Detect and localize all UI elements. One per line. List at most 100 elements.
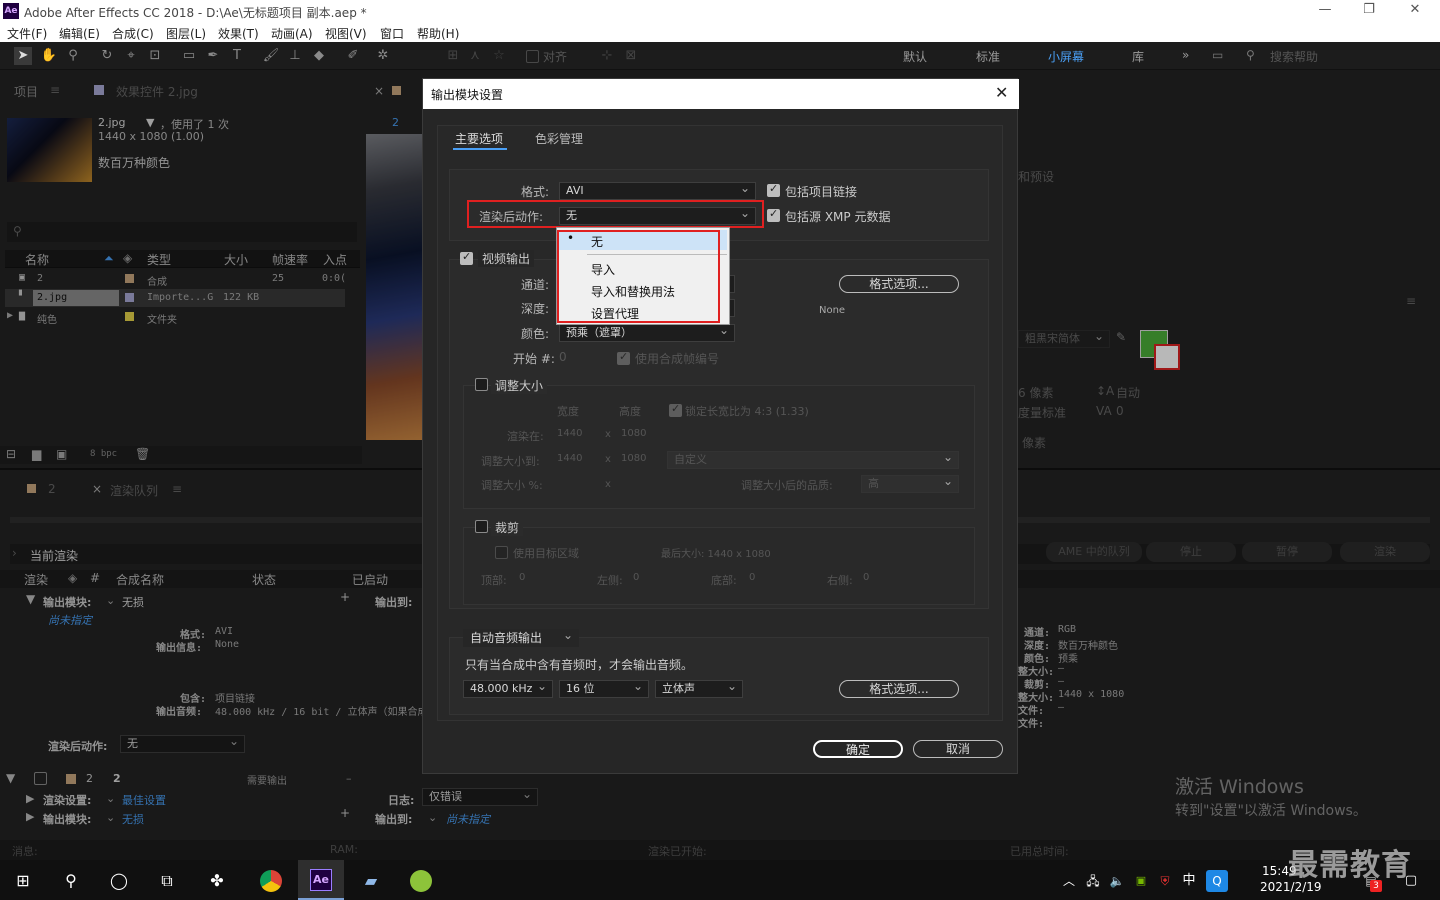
menu-help[interactable]: 帮助(H) <box>417 25 459 42</box>
view-axis-icon[interactable]: ☆ <box>490 47 508 65</box>
menu-animation[interactable]: 动画(A) <box>271 25 313 42</box>
snap-icon[interactable]: ⊹ <box>598 47 616 65</box>
use-comp-frame-checkbox[interactable] <box>617 350 630 365</box>
eraser-tool-icon[interactable]: ◆ <box>310 47 328 65</box>
resize-preset-dropdown[interactable]: 自定义 <box>667 449 959 469</box>
crop-left-label: 左侧: <box>597 574 623 587</box>
menu-layer[interactable]: 图层(L) <box>166 25 206 42</box>
selection-tool-icon[interactable]: ➤ <box>14 47 32 65</box>
tab-color-management[interactable]: 色彩管理 <box>535 130 583 147</box>
lock-ratio-checkbox[interactable] <box>669 402 682 417</box>
format-options-button[interactable]: 格式选项... <box>839 275 959 293</box>
rotate-tool-icon[interactable]: ↻ <box>98 47 116 65</box>
resize-to-width[interactable]: 1440 <box>557 453 582 464</box>
menu-file[interactable]: 文件(F) <box>7 25 47 42</box>
notepad-icon[interactable]: ▰ <box>360 870 382 892</box>
include-project-link-checkbox[interactable] <box>767 182 780 197</box>
ae-icon: Ae <box>310 869 332 891</box>
resize-label: 调整大小 <box>491 377 548 394</box>
education-logo: 最需教育 <box>1288 848 1412 883</box>
color-dropdown[interactable]: 预乘（遮罩） <box>559 322 735 342</box>
security-shield-icon[interactable]: ⛨ <box>1154 870 1176 892</box>
brush-tool-icon[interactable]: 🖌 <box>262 47 280 65</box>
crop-bottom-label: 底部: <box>711 574 737 587</box>
ime-indicator[interactable]: 中 <box>1178 870 1200 892</box>
include-xmp-label: 包括源 XMP 元数据 <box>785 210 891 224</box>
resize-checkbox[interactable] <box>475 378 488 391</box>
pan-behind-tool-icon[interactable]: ⊡ <box>146 47 164 65</box>
minimize-icon[interactable]: — <box>1310 2 1340 20</box>
use-roi-label: 使用目标区域 <box>513 547 579 560</box>
audio-output-mode-dropdown[interactable]: 自动音频输出 <box>463 627 579 647</box>
close-icon[interactable]: ✕ <box>1400 2 1430 20</box>
world-axis-icon[interactable]: ⋏ <box>466 47 484 65</box>
crop-right-value[interactable]: 0 <box>863 572 869 583</box>
audio-format-options-button[interactable]: 格式选项... <box>839 680 959 698</box>
volume-icon[interactable]: 🔈 <box>1106 870 1128 892</box>
ok-button[interactable]: 确定 <box>813 740 903 758</box>
format-dropdown[interactable]: AVI <box>559 180 756 200</box>
camera-tool-icon[interactable]: ⌖ <box>122 47 140 65</box>
output-module-settings-dialog: 输出模块设置 ✕ 主要选项 色彩管理 格式: AVI 包括项目链接 渲染后动作:… <box>422 78 1019 774</box>
cortana-icon[interactable]: ◯ <box>108 870 130 892</box>
workspace-library[interactable]: 库 <box>1132 48 1144 65</box>
workspace-standard[interactable]: 标准 <box>976 48 1000 65</box>
render-at-label: 渲染在: <box>507 430 544 443</box>
use-roi-checkbox[interactable] <box>495 546 508 559</box>
crop-checkbox[interactable] <box>475 520 488 533</box>
menu-effect[interactable]: 效果(T) <box>218 25 259 42</box>
align-checkbox[interactable] <box>526 50 539 63</box>
chrome-icon[interactable] <box>260 870 282 892</box>
pinwheel-app-icon[interactable]: ✤ <box>206 870 228 892</box>
rectangle-tool-icon[interactable]: ▭ <box>180 47 198 65</box>
crop-left-value[interactable]: 0 <box>633 572 639 583</box>
video-output-label: 视频输出 <box>478 250 535 267</box>
search-help-input[interactable]: 搜索帮助 <box>1270 48 1318 65</box>
video-output-checkbox[interactable] <box>460 250 473 265</box>
crop-bottom-value[interactable]: 0 <box>749 572 755 583</box>
resize-quality-dropdown[interactable]: 高 <box>861 473 959 493</box>
zoom-tool-icon[interactable]: ⚲ <box>64 47 82 65</box>
clone-stamp-tool-icon[interactable]: ⊥ <box>286 47 304 65</box>
close-icon[interactable]: ✕ <box>995 83 1008 102</box>
resize-to-height[interactable]: 1080 <box>621 453 646 464</box>
local-axis-icon[interactable]: ⊞ <box>444 47 462 65</box>
bit-depth-dropdown[interactable]: 16 位 <box>559 678 649 698</box>
menu-edit[interactable]: 编辑(E) <box>59 25 100 42</box>
final-size-label: 最后大小: 1440 x 1080 <box>661 549 771 560</box>
menu-view[interactable]: 视图(V) <box>325 25 367 42</box>
puppet-tool-icon[interactable]: ✲ <box>374 47 392 65</box>
depth-label: 深度: <box>521 302 550 316</box>
channels-dropdown[interactable]: 立体声 <box>655 678 743 698</box>
qq-icon[interactable]: Q <box>1206 870 1228 892</box>
menu-comp[interactable]: 合成(C) <box>112 25 154 42</box>
render-at-height: 1080 <box>621 428 647 439</box>
tab-main-options[interactable]: 主要选项 <box>455 130 503 147</box>
nvidia-icon[interactable]: ▣ <box>1130 870 1152 892</box>
roto-brush-tool-icon[interactable]: ✐ <box>344 47 362 65</box>
cancel-button[interactable]: 取消 <box>913 740 1003 758</box>
restore-icon[interactable]: ❐ <box>1354 2 1384 20</box>
hand-tool-icon[interactable]: ✋ <box>40 47 58 65</box>
type-tool-icon[interactable]: T <box>228 47 246 65</box>
times-sign: x <box>605 429 611 440</box>
more-workspaces-icon[interactable]: » <box>1182 48 1189 62</box>
task-view-icon[interactable]: ⧉ <box>156 870 178 892</box>
snap-edge-icon[interactable]: ⊠ <box>622 47 640 65</box>
menu-window[interactable]: 窗口 <box>380 25 404 42</box>
workspace-default[interactable]: 默认 <box>903 48 927 65</box>
sample-rate-dropdown[interactable]: 48.000 kHz <box>463 678 553 698</box>
tray-chevron-icon[interactable]: ︿ <box>1058 870 1080 892</box>
search-icon[interactable]: ⚲ <box>60 870 82 892</box>
windows-start-icon[interactable]: ⊞ <box>12 870 34 892</box>
pen-tool-icon[interactable]: ✒ <box>204 47 222 65</box>
workspace-small-screen[interactable]: 小屏幕 <box>1048 48 1084 65</box>
crop-top-value[interactable]: 0 <box>519 572 525 583</box>
start-frame-value[interactable]: 0 <box>559 350 567 364</box>
include-xmp-checkbox[interactable] <box>767 207 780 222</box>
network-icon[interactable]: 🖧 <box>1082 870 1104 892</box>
help-panel-icon[interactable]: ▭ <box>1212 48 1223 62</box>
ae-taskbar-button[interactable]: Ae <box>298 860 344 900</box>
audio-group <box>449 637 989 715</box>
tennis-ball-app-icon[interactable] <box>410 870 432 892</box>
